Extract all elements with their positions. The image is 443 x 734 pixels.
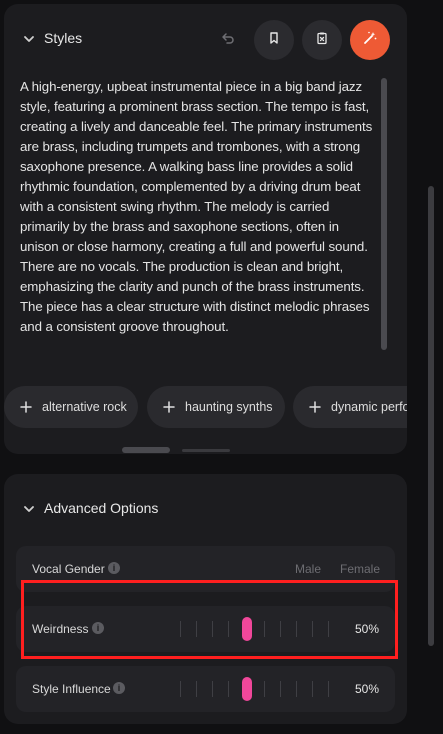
weirdness-slider-thumb[interactable] bbox=[242, 617, 252, 641]
plus-icon bbox=[163, 401, 175, 413]
tag-label: dynamic perfo bbox=[331, 400, 407, 414]
slider-tick bbox=[196, 621, 197, 637]
clipboard-x-icon bbox=[315, 31, 329, 50]
undo-icon bbox=[221, 31, 235, 50]
slider-tick bbox=[296, 681, 297, 697]
info-icon[interactable]: i bbox=[108, 562, 120, 574]
weirdness-label: Weirdness bbox=[32, 622, 89, 636]
slider-tick bbox=[296, 621, 297, 637]
weirdness-value: 50% bbox=[354, 622, 379, 636]
info-icon[interactable]: i bbox=[113, 682, 125, 694]
style-influence-value: 50% bbox=[354, 682, 379, 696]
vocal-gender-row: Vocal Gender i Male Female bbox=[16, 546, 395, 592]
slider-tick bbox=[312, 681, 313, 697]
slider-tick bbox=[228, 621, 229, 637]
style-prompt-textarea[interactable]: A high-energy, upbeat instrumental piece… bbox=[20, 77, 376, 337]
slider-tick bbox=[180, 621, 181, 637]
tag-chip-dynamic-performance[interactable]: dynamic perfo bbox=[293, 386, 407, 428]
vocal-gender-label: Vocal Gender bbox=[32, 562, 105, 576]
undo-button[interactable] bbox=[208, 20, 248, 60]
bookmark-button[interactable] bbox=[254, 20, 294, 60]
slider-tick bbox=[280, 621, 281, 637]
bookmark-icon bbox=[267, 31, 281, 50]
slider-tick bbox=[312, 621, 313, 637]
styles-panel: Styles A high-energy, upbeat instrumenta… bbox=[4, 4, 407, 454]
style-influence-row: Style Influence i 50% bbox=[16, 666, 395, 712]
tags-scroll-indicator[interactable] bbox=[182, 449, 230, 452]
advanced-options-title: Advanced Options bbox=[44, 500, 159, 516]
info-icon[interactable]: i bbox=[92, 622, 104, 634]
advanced-options-panel: Advanced Options Vocal Gender i Male Fem… bbox=[4, 474, 407, 724]
magic-wand-icon bbox=[362, 30, 378, 51]
tag-chip-alternative-rock[interactable]: alternative rock bbox=[4, 386, 138, 428]
advanced-options-header[interactable]: Advanced Options bbox=[4, 474, 407, 544]
weirdness-slider[interactable] bbox=[164, 617, 334, 641]
tag-chip-haunting-synths[interactable]: haunting synths bbox=[147, 386, 285, 428]
slider-tick bbox=[180, 681, 181, 697]
style-influence-slider-thumb[interactable] bbox=[242, 677, 252, 701]
page-scrollbar[interactable] bbox=[428, 186, 434, 646]
slider-tick bbox=[264, 621, 265, 637]
slider-tick bbox=[212, 621, 213, 637]
chevron-down-icon[interactable] bbox=[22, 32, 36, 46]
styles-header[interactable]: Styles bbox=[4, 4, 407, 74]
plus-icon bbox=[20, 401, 32, 413]
slider-tick bbox=[228, 681, 229, 697]
slider-tick bbox=[264, 681, 265, 697]
gender-option-male[interactable]: Male bbox=[295, 562, 321, 576]
tag-label: haunting synths bbox=[185, 400, 273, 414]
plus-icon bbox=[309, 401, 321, 413]
weirdness-row: Weirdness i 50% bbox=[16, 606, 395, 652]
style-tags-row: alternative rock haunting synths dynamic… bbox=[4, 386, 407, 430]
styles-title: Styles bbox=[44, 30, 83, 46]
clear-button[interactable] bbox=[302, 20, 342, 60]
prompt-scrollbar[interactable] bbox=[381, 78, 387, 350]
tags-scroll-indicator-active[interactable] bbox=[122, 447, 170, 453]
slider-tick bbox=[280, 681, 281, 697]
slider-tick bbox=[196, 681, 197, 697]
tag-label: alternative rock bbox=[42, 400, 127, 414]
slider-tick bbox=[212, 681, 213, 697]
gender-option-female[interactable]: Female bbox=[340, 562, 380, 576]
chevron-down-icon[interactable] bbox=[22, 502, 36, 516]
slider-tick bbox=[328, 681, 329, 697]
style-influence-label: Style Influence bbox=[32, 682, 111, 696]
style-influence-slider[interactable] bbox=[164, 677, 334, 701]
slider-tick bbox=[328, 621, 329, 637]
magic-wand-button[interactable] bbox=[350, 20, 390, 60]
